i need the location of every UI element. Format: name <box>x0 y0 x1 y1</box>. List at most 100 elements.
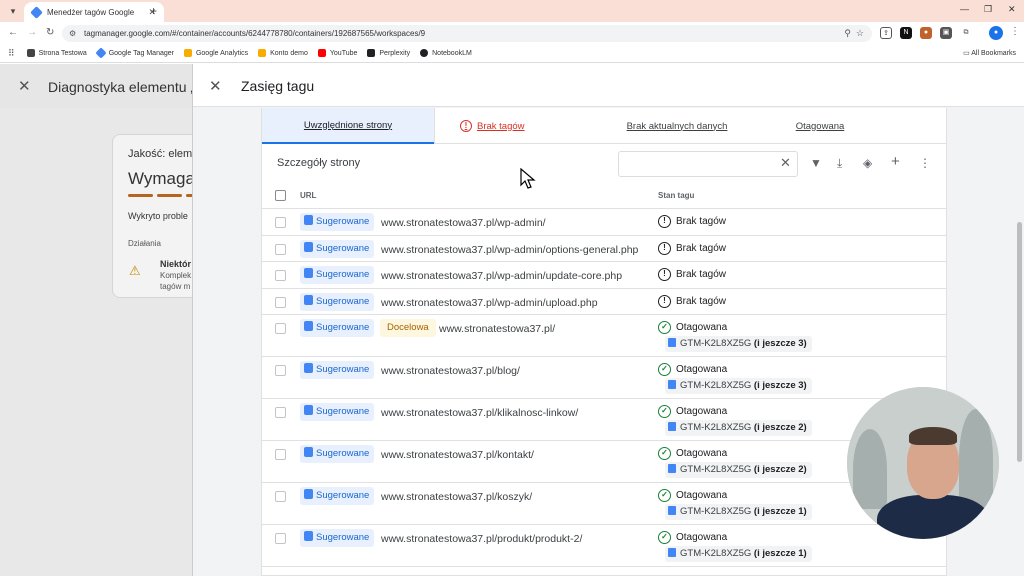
tag-icon[interactable]: ◈ <box>863 156 872 170</box>
issue-text: tagów m <box>160 282 191 291</box>
scrollbar-thumb[interactable] <box>1017 222 1022 462</box>
bookmark-item[interactable]: Google Tag Manager <box>95 47 174 59</box>
minimize-icon[interactable]: — <box>960 4 969 14</box>
bookmark-label: Google Tag Manager <box>108 49 174 57</box>
restore-icon[interactable]: ❐ <box>984 4 992 15</box>
check-circle-icon: ✓ <box>658 363 671 376</box>
page-url[interactable]: www.stronatestowa37.pl/produkt/produkt-2… <box>381 533 582 545</box>
window-close-icon[interactable]: ✕ <box>1008 4 1016 15</box>
suggested-label: Sugerowane <box>316 364 370 375</box>
tab-tagged[interactable]: Otagowana <box>762 108 878 144</box>
filter-icon[interactable]: ▼ <box>810 156 822 170</box>
profile-avatar[interactable]: ● <box>989 26 1003 40</box>
search-input[interactable] <box>618 151 798 177</box>
extension-rec-icon[interactable]: ▣ <box>940 27 952 39</box>
row-checkbox[interactable] <box>275 491 286 502</box>
clear-search-icon[interactable]: ✕ <box>780 155 791 171</box>
container-chip[interactable]: GTM-K2L8XZ5G (i jeszcze 3) <box>665 336 812 352</box>
all-bookmarks-button[interactable]: ▭ All Bookmarks <box>963 49 1016 57</box>
table-row[interactable]: Sugerowane www.stronatestowa37.pl/wp-admi… <box>262 289 946 315</box>
table-row[interactable]: Sugerowane www.stronatestowa37.pl/wp-admi… <box>262 236 946 262</box>
container-chip[interactable]: GTM-K2L8XZ5G (i jeszcze 2) <box>665 420 812 436</box>
page-url[interactable]: www.stronatestowa37.pl/wp-admin/ <box>381 217 546 229</box>
tab-no-tags[interactable]: ! Brak tagów <box>435 108 605 144</box>
select-all-checkbox[interactable] <box>275 190 286 201</box>
more-options-icon[interactable]: ⋮ <box>919 156 931 170</box>
bookmark-favicon-icon <box>26 49 35 57</box>
browser-tab[interactable]: Menedżer tagów Google ✕ <box>24 2 164 22</box>
row-checkbox[interactable] <box>275 270 286 281</box>
row-checkbox[interactable] <box>275 407 286 418</box>
row-checkbox[interactable] <box>275 533 286 544</box>
row-checkbox[interactable] <box>275 449 286 460</box>
tag-status: ! Brak tagów <box>658 241 726 255</box>
bookmark-label: Strona Testowa <box>38 49 87 57</box>
row-checkbox[interactable] <box>275 217 286 228</box>
tag-status-label: Otagowana <box>676 490 728 501</box>
new-tab-icon[interactable]: + <box>150 4 157 18</box>
tag-status: ! Brak tagów <box>658 294 726 308</box>
warning-icon: ⚠ <box>129 263 141 278</box>
table-row[interactable]: Sugerowane www.stronatestowa37.pl/wp-admi… <box>262 209 946 236</box>
tag-status: ✓ Otagowana <box>658 447 727 460</box>
extension-cast-icon[interactable]: ⇪ <box>880 27 892 39</box>
page-url[interactable]: www.stronatestowa37.pl/blog/ <box>381 365 520 377</box>
tag-status: ✓ Otagowana <box>658 489 727 502</box>
bookmark-favicon-icon <box>367 49 376 57</box>
container-chip[interactable]: GTM-K2L8XZ5G (i jeszcze 3) <box>665 378 812 394</box>
pages-card: Uwzględnione strony ! Brak tagów Brak akt… <box>261 108 947 576</box>
forward-icon[interactable]: → <box>27 27 37 38</box>
table-row[interactable]: Sugerowane www.stronatestowa37.pl/wp-admi… <box>262 262 946 289</box>
suggested-badge: Sugerowane <box>300 266 375 284</box>
container-chip[interactable]: GTM-K2L8XZ5G (i jeszcze 1) <box>665 504 812 520</box>
panel-close-icon[interactable]: ✕ <box>209 77 222 95</box>
bookmark-item[interactable]: NotebookLM <box>420 49 472 57</box>
tag-status: ✓ Otagowana <box>658 321 727 334</box>
row-checkbox[interactable] <box>275 323 286 334</box>
bookmark-item[interactable]: YouTube <box>317 49 357 57</box>
container-chip[interactable]: GTM-K2L8XZ5G (i jeszcze 1) <box>665 546 812 562</box>
tag-status-label: Otagowana <box>676 532 728 543</box>
table-row[interactable]: Sugerowane www.stronatestowa37.pl/produkt… <box>262 525 946 567</box>
tab-search-icon[interactable]: ▾ <box>6 4 20 18</box>
page-url[interactable]: www.stronatestowa37.pl/wp-admin/options-… <box>381 244 638 256</box>
page-url[interactable]: www.stronatestowa37.pl/koszyk/ <box>381 491 532 503</box>
reload-icon[interactable]: ↻ <box>46 27 54 38</box>
container-chip[interactable]: GTM-K2L8XZ5G (i jeszcze 2) <box>665 462 812 478</box>
tab-included-pages[interactable]: Uwzględnione strony <box>262 108 434 144</box>
bookmark-label: Perplexity <box>379 49 411 57</box>
row-checkbox[interactable] <box>275 296 286 308</box>
extension-notion-icon[interactable]: N <box>900 27 912 39</box>
add-icon[interactable]: + <box>891 153 900 170</box>
site-info-icon[interactable]: ⚙ <box>69 25 76 42</box>
row-checkbox[interactable] <box>275 365 286 376</box>
download-icon[interactable]: ⤓ <box>837 156 842 171</box>
url-input[interactable]: ⚙ tagmanager.google.com/#/container/acco… <box>62 25 872 42</box>
page-url[interactable]: www.stronatestowa37.pl/klikalnosc-linkow… <box>381 407 578 419</box>
table-row[interactable]: Sugerowane www.stronatestowa37.pl/klikaln… <box>262 399 946 441</box>
container-more: (i jeszcze 2) <box>753 464 807 475</box>
table-row[interactable]: Sugerowane www.stronatestowa37.pl/kontakt… <box>262 441 946 483</box>
apps-grid-icon[interactable]: ⠿ <box>8 48 15 59</box>
row-checkbox[interactable] <box>275 243 286 255</box>
suggested-label: Sugerowane <box>316 269 370 280</box>
page-url[interactable]: www.stronatestowa37.pl/wp-admin/update-c… <box>381 270 622 282</box>
bookmark-item[interactable]: Strona Testowa <box>26 49 87 57</box>
suggested-icon <box>304 489 313 499</box>
table-row[interactable]: Sugerowane Docelowa www.stronatestowa37.pl… <box>262 315 946 357</box>
extension-cookie-icon[interactable]: ● <box>920 27 932 39</box>
page-url[interactable]: www.stronatestowa37.pl/kontakt/ <box>381 449 534 461</box>
bookmark-item[interactable]: Konto demo <box>258 49 308 57</box>
page-url[interactable]: www.stronatestowa37.pl/wp-admin/upload.p… <box>381 297 598 309</box>
extensions-puzzle-icon[interactable]: ⧉ <box>960 27 972 39</box>
zoom-star-icons[interactable]: ⚲ ☆ <box>844 25 864 42</box>
table-row[interactable]: Sugerowane www.stronatestowa37.pl/blog/ ✓ O… <box>262 357 946 399</box>
table-row[interactable]: Sugerowane www.stronatestowa37.pl/koszyk/… <box>262 483 946 525</box>
tab-no-recent-data[interactable]: Brak aktualnych danych <box>605 108 749 144</box>
page-url[interactable]: www.stronatestowa37.pl/ <box>439 323 555 335</box>
bookmark-item[interactable]: Google Analytics <box>183 49 248 57</box>
browser-menu-icon[interactable]: ⋮ <box>1010 26 1020 37</box>
bookmark-item[interactable]: Perplexity <box>367 49 410 57</box>
back-icon[interactable]: ← <box>8 27 18 38</box>
webcam-tree <box>959 409 993 509</box>
